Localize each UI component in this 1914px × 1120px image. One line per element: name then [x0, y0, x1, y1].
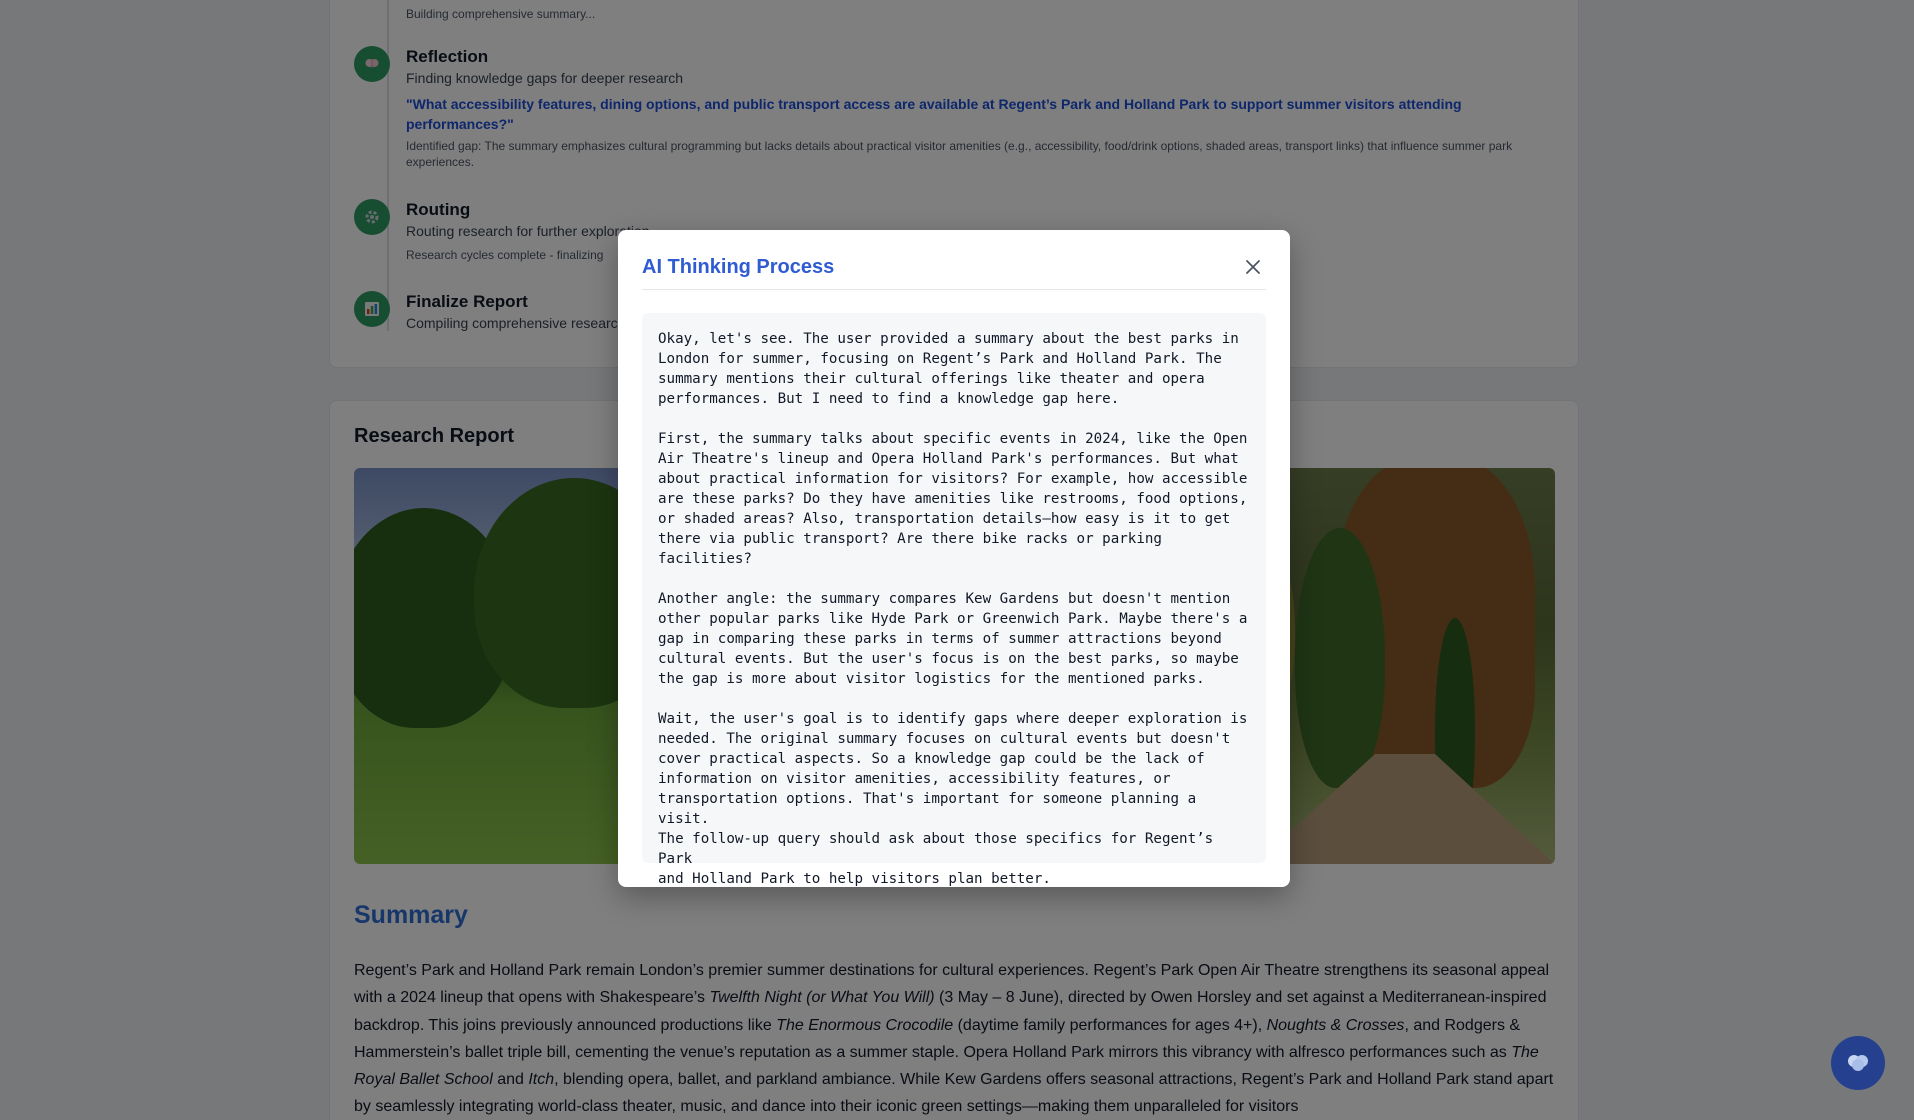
chat-icon [1848, 1055, 1868, 1071]
thinking-process-modal: AI Thinking Process Okay, let's see. The… [618, 230, 1290, 887]
modal-title: AI Thinking Process [642, 256, 835, 278]
close-icon [1246, 260, 1260, 274]
thinking-content: Okay, let's see. The user provided a sum… [642, 313, 1266, 887]
modal-header: AI Thinking Process [642, 254, 1266, 290]
close-button[interactable] [1240, 254, 1266, 280]
chat-button[interactable] [1831, 1036, 1885, 1090]
